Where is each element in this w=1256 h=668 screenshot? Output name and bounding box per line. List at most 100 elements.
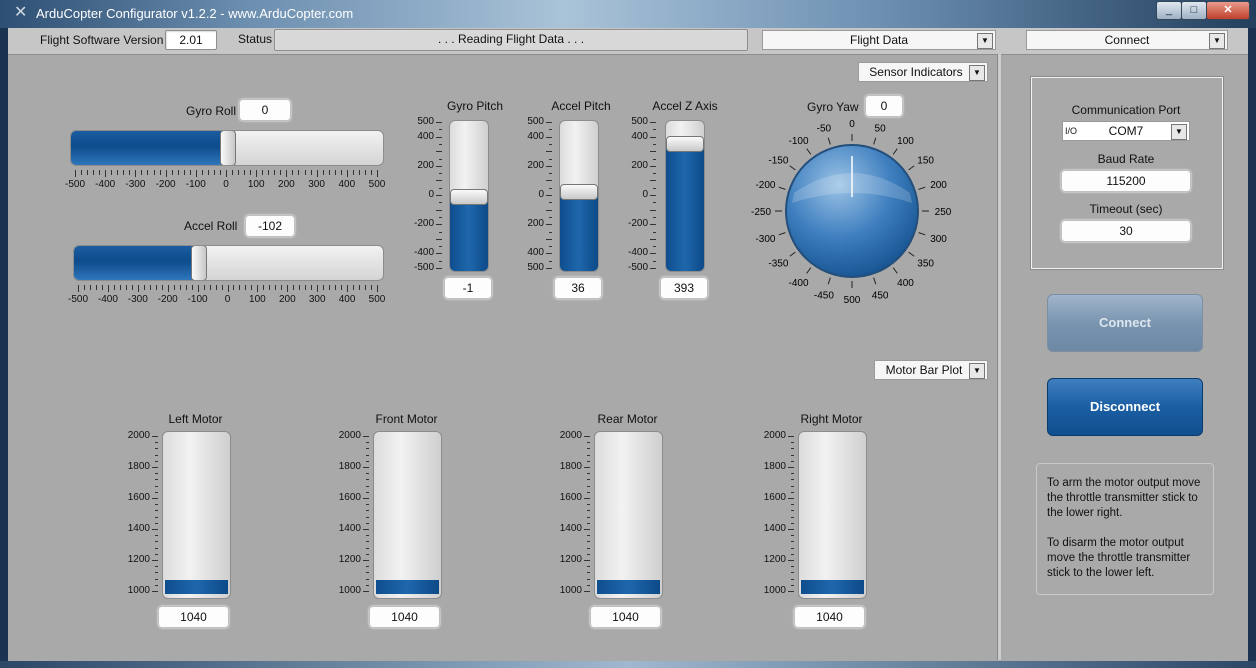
yaw-tick-label: -300 (755, 234, 775, 245)
motor-bar (798, 431, 867, 599)
timeout-label: Timeout (sec) (1089, 202, 1163, 216)
chevron-down-icon[interactable]: ▼ (1171, 124, 1187, 140)
accel-z-value: 393 (660, 277, 708, 299)
accel-roll-thumb (191, 246, 207, 280)
yaw-tick-label: -50 (817, 123, 832, 134)
window-title: ArduCopter Configurator v1.2.2 - www.Ard… (36, 6, 354, 21)
yaw-tick-label: 500 (844, 295, 861, 306)
motor-label: Rear Motor (597, 412, 658, 426)
yaw-tick-label: 350 (917, 259, 934, 270)
minimize-button[interactable]: _ (1156, 1, 1182, 20)
status-label: Status (238, 32, 273, 46)
motor-scale: 2000 1800 1600 1400 1200 1000 (118, 431, 158, 596)
motor-bar-plot-dropdown[interactable]: Motor Bar Plot ▼ (874, 360, 988, 380)
scale-tick-label: -500 (413, 262, 434, 273)
scale-tick-label: 400 (417, 130, 434, 142)
motor-bar-plot-value: Motor Bar Plot (885, 363, 963, 377)
accel-z-label: Accel Z Axis (652, 99, 718, 113)
scale-tick-label: 0 (642, 189, 648, 200)
gyro-pitch-fill (450, 196, 488, 271)
motor-label: Front Motor (375, 412, 438, 426)
scale-tick-label: 2000 (763, 430, 786, 441)
gyro-roll-scale: -500 -400 -300 -200 -100 0 100 200 300 400 500 (65, 170, 385, 192)
scale-tick-label: 500 (631, 116, 648, 127)
scale-tick-label: 1800 (338, 461, 361, 472)
connect-dropdown-value: Connect (1104, 33, 1150, 47)
accel-z-thumb (666, 136, 704, 153)
scale-tick-label: 400 (527, 247, 544, 259)
accel-roll-fill (74, 246, 198, 280)
scale-tick-label: 1200 (559, 554, 582, 565)
io-icon: I/O (1065, 126, 1078, 136)
gyro-roll-value: 0 (239, 99, 291, 121)
timeout-input[interactable]: 30 (1061, 220, 1191, 242)
comm-port-label: Communication Port (1071, 103, 1181, 117)
yaw-tick-label: 0 (849, 119, 855, 130)
scale-tick-label: 200 (527, 159, 544, 171)
accel-pitch-thumb (560, 184, 598, 201)
scale-tick-label: 500 (368, 294, 386, 305)
maximize-button[interactable]: □ (1181, 1, 1207, 20)
scale-tick-label: 2000 (127, 430, 150, 441)
gyro-pitch-thumb (450, 189, 488, 206)
scale-tick-label: 0 (428, 189, 434, 200)
baud-rate-input[interactable]: 115200 (1061, 170, 1191, 192)
scale-tick-label: 1800 (559, 461, 582, 472)
chevron-down-icon[interactable]: ▼ (1209, 33, 1225, 49)
disarm-note: To disarm the motor output move the thro… (1047, 537, 1191, 579)
scale-tick-label: 1800 (763, 461, 786, 472)
scale-tick-label: -500 (627, 262, 648, 273)
accel-pitch-scale: 500 400 200 0 200 400 500 (514, 117, 552, 273)
sensor-indicators-dropdown[interactable]: Sensor Indicators ▼ (858, 62, 988, 82)
scale-tick-label: 1600 (338, 492, 361, 503)
scale-tick-label: -200 (413, 218, 434, 230)
connect-button[interactable]: Connect (1047, 294, 1203, 352)
scale-tick-label: 200 (527, 218, 544, 230)
scale-tick-label: 2000 (338, 430, 361, 441)
scale-tick-label: 500 (368, 179, 386, 190)
baud-rate-label: Baud Rate (1097, 152, 1155, 166)
mode-dropdown[interactable]: Flight Data ▼ (762, 30, 996, 50)
gyro-roll-fill (71, 131, 227, 165)
motor-bar-fill (597, 580, 660, 594)
scale-tick-label: 500 (527, 262, 544, 273)
scale-tick-label: 1200 (127, 554, 150, 565)
yaw-tick-label: -450 (814, 291, 834, 302)
accel-pitch-fill (560, 191, 598, 271)
scale-tick-label: 400 (527, 130, 544, 142)
scale-tick-label: 1600 (763, 492, 786, 503)
chevron-down-icon[interactable]: ▼ (969, 363, 985, 379)
disconnect-button[interactable]: Disconnect (1047, 378, 1203, 436)
accel-roll-scale: -500 -400 -300 -200 -100 0 100 200 300 400 500 (68, 285, 385, 307)
accel-roll-slider (73, 245, 384, 281)
accel-z-scale: 500 400 200 0 -200 -400 -500 (618, 117, 656, 273)
scale-tick-label: 400 (631, 130, 648, 142)
chevron-down-icon[interactable]: ▼ (969, 65, 985, 81)
accel-pitch-value: 36 (554, 277, 602, 299)
yaw-tick-label: 400 (897, 278, 914, 289)
chevron-down-icon[interactable]: ▼ (977, 33, 993, 49)
gyro-pitch-scale: 500 400 200 0 -200 -400 -500 (404, 117, 442, 273)
comm-port-select[interactable]: I/O COM7 ▼ (1062, 121, 1190, 141)
gyro-yaw-label: Gyro Yaw (807, 100, 859, 114)
motor-scale: 2000 1800 1600 1400 1200 1000 (329, 431, 369, 596)
status-field: . . . Reading Flight Data . . . (274, 29, 748, 51)
scale-tick-label: 1000 (559, 585, 582, 596)
scale-tick-label: 1200 (763, 554, 786, 565)
yaw-tick-label: -250 (751, 207, 771, 218)
motor-value: 1040 (590, 606, 661, 628)
yaw-tick-label: -400 (789, 278, 809, 289)
yaw-tick-label: 150 (917, 155, 934, 166)
motor-value: 1040 (369, 606, 440, 628)
connect-dropdown[interactable]: Connect ▼ (1026, 30, 1228, 50)
scale-tick-label: 1200 (338, 554, 361, 565)
scale-tick-label: 200 (631, 159, 648, 171)
close-button[interactable]: ✕ (1206, 1, 1250, 20)
scale-tick-label: -400 (413, 247, 434, 259)
accel-z-fill (666, 143, 704, 271)
yaw-tick-label: 200 (930, 180, 947, 191)
scale-tick-label: 500 (527, 116, 544, 127)
accel-pitch-slider (559, 120, 599, 272)
scale-tick-label: 1000 (338, 585, 361, 596)
yaw-tick-label: 50 (875, 123, 887, 134)
